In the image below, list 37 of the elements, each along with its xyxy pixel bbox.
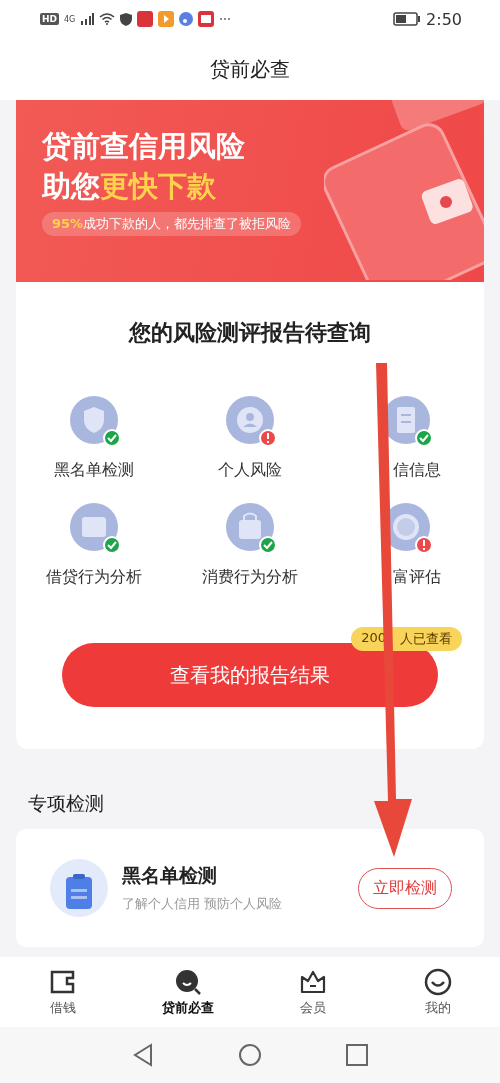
section-title: 专项检测 — [28, 791, 104, 816]
music-icon — [179, 12, 194, 26]
report-item-label: 富评估 — [392, 567, 441, 588]
nav-tab[interactable]: 会员 — [267, 967, 358, 1017]
back-icon[interactable] — [132, 1043, 154, 1067]
report-item-label: 信信息 — [392, 460, 441, 481]
play-icon — [158, 11, 175, 27]
report-item-label: 个人风险 — [218, 460, 282, 481]
recents-icon[interactable] — [346, 1044, 368, 1066]
network-type: 4G — [64, 14, 76, 24]
app-icon — [137, 11, 154, 27]
banner-headline: 贷前查信用风险 — [42, 128, 246, 165]
shield-icon — [120, 12, 133, 26]
report-item-label: 黑名单检测 — [54, 460, 134, 481]
check-description: 了解个人信用 预防个人风险 — [122, 895, 284, 913]
check-title: 黑名单检测 — [122, 863, 218, 888]
clock-time: 2:50 — [426, 9, 462, 29]
more-icon — [219, 17, 232, 21]
banner-note: 95%成功下款的人，都先排查了被拒风险 — [42, 212, 302, 236]
book-icon — [198, 11, 215, 27]
nav-tab[interactable]: 贷前必查 — [142, 967, 233, 1017]
wifi-icon — [99, 13, 116, 25]
hd-indicator: HD — [40, 13, 59, 25]
home-icon[interactable] — [238, 1043, 262, 1067]
check-now-button[interactable]: 立即检测 — [358, 867, 452, 909]
signal-icon — [80, 13, 95, 25]
smiley-icon — [423, 967, 452, 996]
banner-subheadline: 助您更快下款 — [42, 168, 217, 205]
page-title: 贷前必查 — [210, 55, 290, 83]
nav-tab[interactable]: 借钱 — [17, 967, 108, 1017]
nav-tab[interactable]: 我的 — [392, 967, 483, 1017]
report-heading: 您的风险测评报告待查询 — [127, 319, 372, 347]
report-item-label: 借贷行为分析 — [46, 567, 142, 588]
report-item-label: 消费行为分析 — [202, 567, 298, 588]
battery-icon — [393, 12, 422, 26]
search-icon — [173, 967, 202, 996]
clipboard-icon — [50, 859, 108, 917]
